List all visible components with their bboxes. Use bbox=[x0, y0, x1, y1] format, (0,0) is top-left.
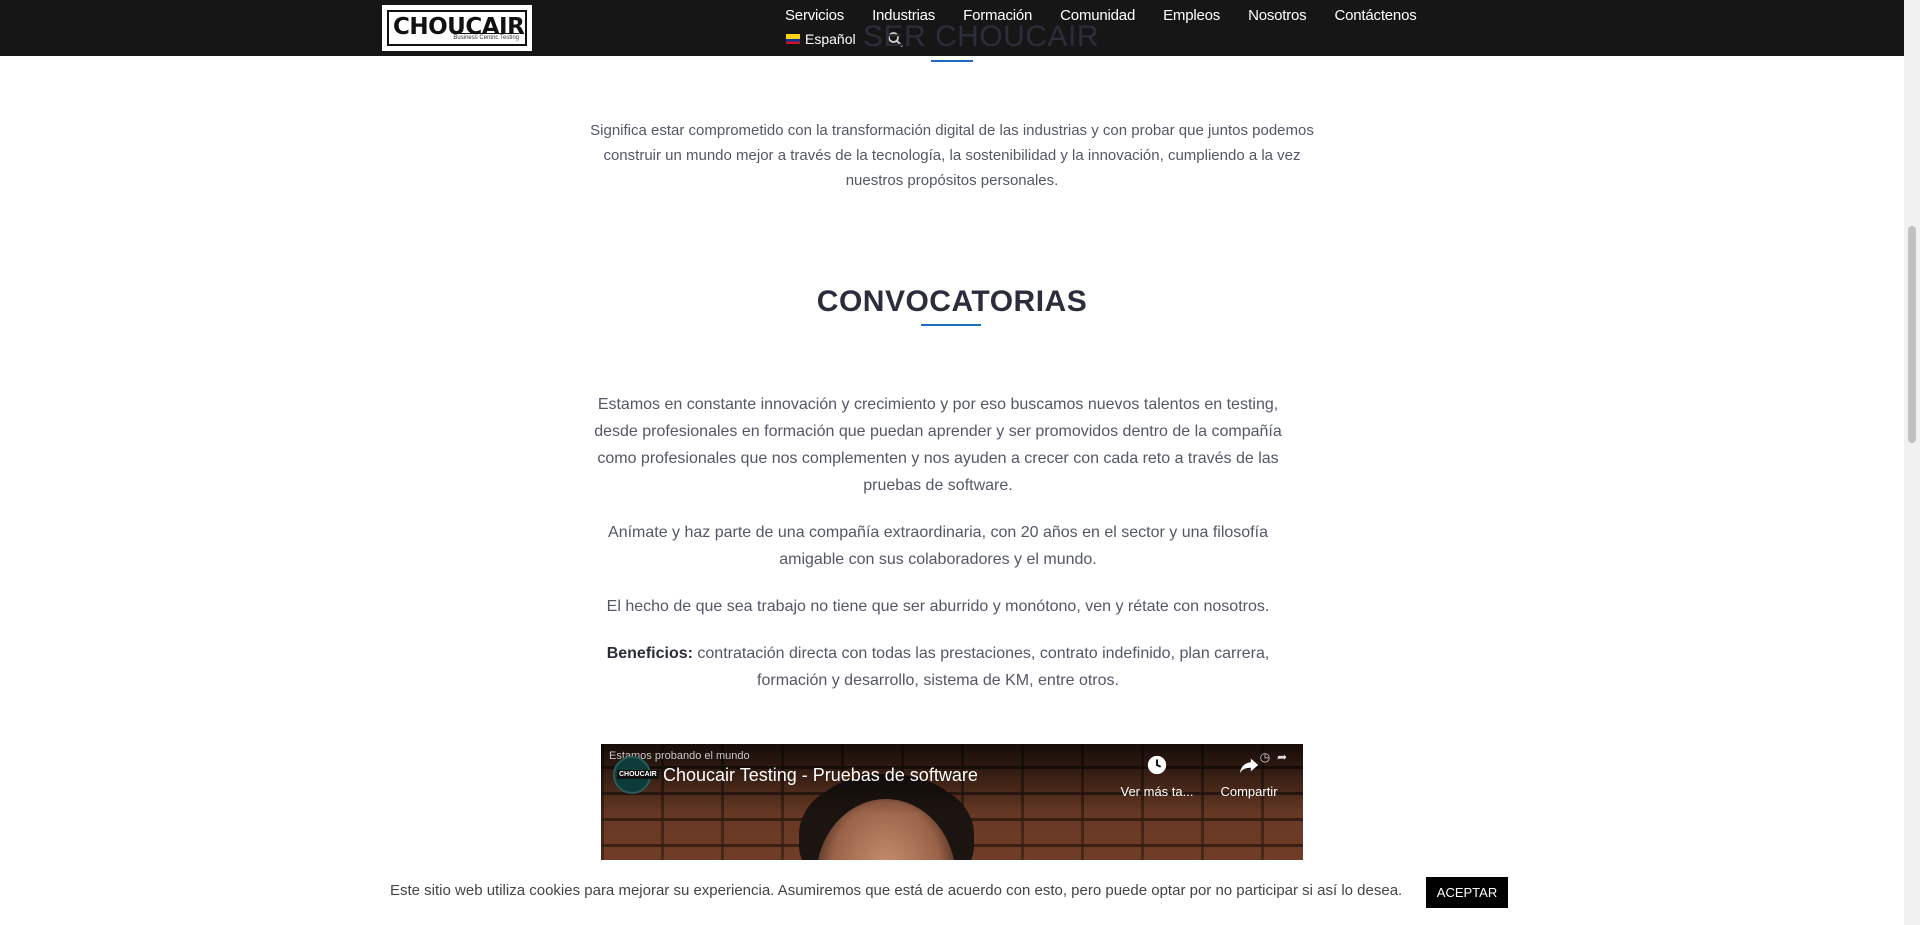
colombia-flag-icon bbox=[786, 34, 800, 44]
clock-icon bbox=[1112, 754, 1202, 784]
convocatorias-paragraph-2: Anímate y haz parte de una compañía extr… bbox=[608, 524, 1268, 568]
benefits-label: Beneficios: bbox=[606, 645, 693, 662]
scrollbar-thumb[interactable] bbox=[1908, 226, 1916, 443]
cookie-banner: Este sitio web utiliza cookies para mejo… bbox=[0, 860, 1904, 925]
mini-share-icon: ➦ bbox=[1276, 750, 1287, 764]
language-label: Español bbox=[805, 31, 856, 47]
prev-title-underline bbox=[931, 60, 973, 62]
convocatorias-underline bbox=[921, 324, 981, 326]
search-icon[interactable] bbox=[886, 30, 904, 48]
channel-avatar-badge: CHOUCAIR bbox=[617, 770, 659, 779]
nav-industrias[interactable]: Industrias bbox=[872, 7, 935, 24]
ser-choucair-intro: Significa estar comprometido con la tran… bbox=[590, 122, 1314, 189]
convocatorias-paragraph-1: Estamos en constante innovación y crecim… bbox=[594, 396, 1282, 494]
watch-later-label: Ver más ta... bbox=[1120, 784, 1194, 799]
nav-servicios[interactable]: Servicios bbox=[785, 7, 844, 24]
convocatorias-copy: Estamos en constante innovación y crecim… bbox=[588, 391, 1288, 714]
convocatorias-paragraph-3: El hecho de que sea trabajo no tiene que… bbox=[606, 598, 1270, 615]
accept-cookies-button[interactable]: ACEPTAR bbox=[1426, 877, 1508, 908]
watch-later-button[interactable]: Ver más ta... bbox=[1112, 754, 1202, 799]
mini-clock-icon: ◷ bbox=[1259, 750, 1271, 764]
nav-formacion[interactable]: Formación bbox=[963, 7, 1032, 24]
logo-tagline: Business Centric Testing bbox=[453, 33, 519, 41]
share-label: Compartir bbox=[1220, 784, 1278, 799]
nav-comunidad[interactable]: Comunidad bbox=[1060, 7, 1135, 24]
cookie-message: Este sitio web utiliza cookies para mejo… bbox=[390, 882, 1403, 899]
video-mini-controls: ◷ ➦ bbox=[1260, 750, 1287, 764]
main-nav: Servicios Industrias Formación Comunidad… bbox=[785, 7, 1417, 24]
channel-avatar[interactable]: CHOUCAIR bbox=[613, 756, 659, 794]
nav-contactenos[interactable]: Contáctenos bbox=[1335, 7, 1417, 24]
video-title[interactable]: Choucair Testing - Pruebas de software bbox=[663, 765, 978, 786]
page-scrollbar[interactable] bbox=[1904, 0, 1920, 925]
logo-frame: CHOUCAIR Business Centric Testing bbox=[387, 10, 527, 46]
nav-nosotros[interactable]: Nosotros bbox=[1248, 7, 1307, 24]
benefits-text: contratación directa con todas las prest… bbox=[692, 645, 1270, 689]
language-switcher[interactable]: Español bbox=[786, 31, 856, 47]
choucair-logo[interactable]: CHOUCAIR Business Centric Testing bbox=[382, 5, 532, 51]
convocatorias-title: CONVOCATORIAS bbox=[816, 285, 1088, 318]
nav-empleos[interactable]: Empleos bbox=[1163, 7, 1220, 24]
convocatorias-benefits: Beneficios: contratación directa con tod… bbox=[588, 640, 1288, 694]
site-header: CHOUCAIR Business Centric Testing Servic… bbox=[0, 0, 1904, 56]
